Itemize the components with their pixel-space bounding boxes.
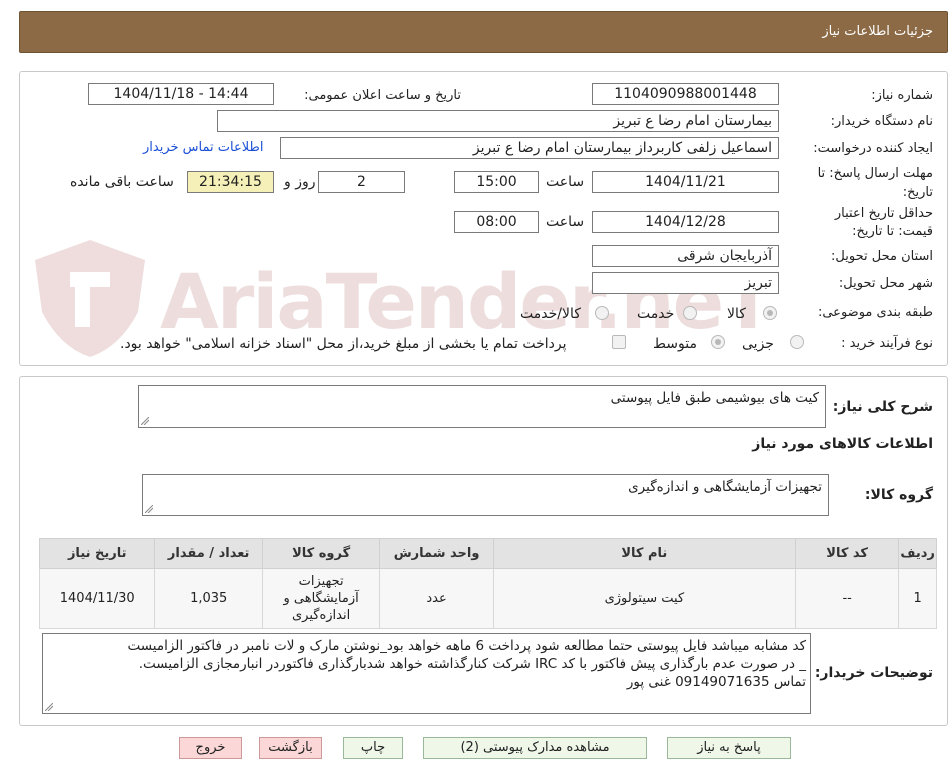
need-description-label: شرح کلی نیاز: — [832, 399, 933, 415]
validity-time-label: ساعت — [546, 214, 585, 230]
page-title: جزئیات اطلاعات نیاز — [822, 24, 933, 39]
treasury-payment-checkbox[interactable] — [612, 335, 626, 349]
process-type-label: نوع فرآیند خرید : — [841, 336, 933, 351]
buyer-notes-field: کد مشابه میباشد فایل پیوستی حتما مطالعه … — [42, 633, 811, 714]
deadline-time-field: 15:00 — [454, 171, 539, 193]
cell-date: 1404/11/30 — [38, 568, 156, 629]
process-radio-medium[interactable] — [711, 335, 725, 349]
col-date-header: تاریخ نیاز — [38, 538, 156, 569]
creator-field: اسماعیل زلفی کاربرداز بیمارستان امام رضا… — [280, 137, 779, 159]
validity-time-field: 08:00 — [454, 211, 539, 233]
buyer-notes-line-3: تماس 09149071635 غنی پور — [626, 674, 806, 690]
cell-qty: 1,035 — [154, 568, 263, 629]
back-button[interactable]: بازگشت — [259, 737, 322, 759]
cell-unit: عدد — [379, 568, 494, 629]
items-section-title: اطلاعات کالاهای مورد نیاز — [752, 436, 933, 452]
watermark-text: AriaTender.neT — [160, 257, 774, 346]
col-name-header: نام کالا — [492, 538, 796, 569]
view-attachments-button[interactable]: مشاهده مدارک پیوستی (2) — [423, 737, 647, 759]
buyer-contact-link[interactable]: اطلاعات تماس خریدار — [143, 140, 263, 155]
resize-grip-icon — [45, 703, 53, 711]
validity-label-2: قیمت: تا تاریخ: — [852, 224, 933, 239]
need-number-label: شماره نیاز: — [871, 88, 933, 103]
cell-group: تجهیزات آزمایشگاهی و اندازه‌گیری — [261, 568, 381, 629]
goods-group-text: تجهیزات آزمایشگاهی و اندازه‌گیری — [628, 479, 822, 495]
category-option-service: خدمت — [637, 306, 675, 322]
buyer-org-field: بیمارستان امام رضا ع تبریز — [217, 110, 779, 132]
buyer-notes-line-2: _ در صورت عدم بارگذاری پیش فاکتور با کد … — [138, 656, 806, 672]
process-option-minor: جزیی — [742, 336, 774, 352]
days-label: روز و — [284, 174, 316, 190]
validity-label: حداقل تاریخ اعتبار — [834, 206, 933, 221]
buyer-notes-line-1: کد مشابه میباشد فایل پیوستی حتما مطالعه … — [127, 638, 806, 654]
deadline-time-label: ساعت — [546, 174, 585, 190]
col-qty-header: تعداد / مقدار — [154, 538, 263, 569]
category-radio-goods-service[interactable] — [595, 306, 609, 320]
creator-label: ایجاد کننده درخواست: — [813, 141, 933, 156]
cell-name: کیت سیتولوژی — [492, 568, 796, 629]
announce-date-field: 1404/11/18 - 14:44 — [88, 83, 274, 105]
items-table: ردیف کد کالا نام کالا واحد شمارش گروه کا… — [38, 538, 937, 629]
need-description-field: کیت های بیوشیمی طبق فایل پیوستی — [138, 385, 826, 428]
category-label: طبقه بندی موضوعی: — [817, 305, 933, 320]
print-button[interactable]: چاپ — [343, 737, 403, 759]
deadline-label-2: تاریخ: — [902, 185, 933, 200]
deadline-label: مهلت ارسال پاسخ: تا — [817, 166, 933, 181]
buyer-notes-label: توضیحات خریدار: — [814, 665, 933, 681]
category-radio-goods[interactable] — [763, 306, 777, 320]
goods-group-label: گروه کالا: — [864, 487, 933, 503]
goods-group-field: تجهیزات آزمایشگاهی و اندازه‌گیری — [142, 474, 829, 516]
col-code-header: کد کالا — [794, 538, 900, 569]
exit-button[interactable]: خروج — [179, 737, 242, 759]
need-number-field: 1104090988001448 — [592, 83, 779, 105]
city-label: شهر محل تحویل: — [838, 276, 933, 291]
buyer-org-label: نام دستگاه خریدار: — [830, 114, 933, 129]
category-option-goods: کالا — [727, 306, 746, 322]
resize-grip-icon — [141, 417, 149, 425]
resize-grip-icon — [145, 505, 153, 513]
process-option-medium: متوسط — [653, 336, 697, 352]
col-row-header: ردیف — [898, 538, 937, 569]
days-remaining-field: 2 — [318, 171, 405, 193]
announce-date-label: تاریخ و ساعت اعلان عمومی: — [304, 88, 461, 103]
category-option-goods-service: کالا/خدمت — [520, 306, 581, 322]
city-field: تبریز — [592, 272, 779, 294]
validity-date-field: 1404/12/28 — [592, 211, 779, 233]
page-header: جزئیات اطلاعات نیاز — [19, 11, 948, 53]
need-description-text: کیت های بیوشیمی طبق فایل پیوستی — [610, 390, 819, 406]
col-unit-header: واحد شمارش — [379, 538, 494, 569]
process-radio-minor[interactable] — [790, 335, 804, 349]
province-label: استان محل تحویل: — [831, 249, 933, 264]
remaining-time-label: ساعت باقی مانده — [70, 174, 174, 190]
province-field: آذربایجان شرقی — [592, 245, 779, 267]
reply-to-need-button[interactable]: پاسخ به نیاز — [667, 737, 791, 759]
cell-code: -- — [794, 568, 900, 629]
table-row: 1 -- کیت سیتولوژی عدد تجهیزات آزمایشگاهی… — [38, 568, 937, 629]
category-radio-service[interactable] — [683, 306, 697, 320]
remaining-time-field: 21:34:15 — [187, 171, 274, 193]
deadline-date-field: 1404/11/21 — [592, 171, 779, 193]
table-header-row: ردیف کد کالا نام کالا واحد شمارش گروه کا… — [38, 538, 937, 569]
col-group-header: گروه کالا — [261, 538, 381, 569]
cell-row: 1 — [898, 568, 937, 629]
treasury-payment-note: پرداخت تمام یا بخشی از مبلغ خرید،از محل … — [120, 336, 567, 352]
